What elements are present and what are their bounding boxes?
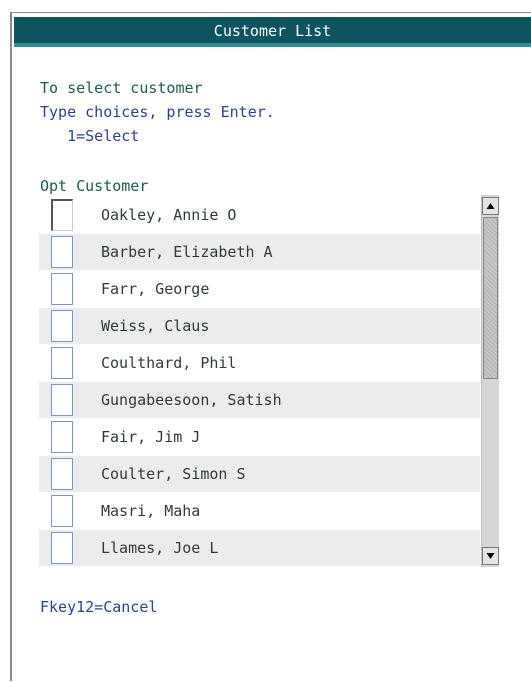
instructions-line: Type choices, press Enter.: [40, 103, 275, 121]
option-input[interactable]: [51, 495, 73, 527]
instructions-heading: To select customer: [40, 79, 203, 97]
list-item: Barber, Elizabeth A: [39, 234, 480, 270]
list-item: Fair, Jim J: [39, 419, 480, 455]
list-column-header: Opt Customer: [40, 177, 149, 195]
scroll-up-button[interactable]: [482, 197, 499, 215]
customer-name: Barber, Elizabeth A: [101, 243, 273, 261]
function-key-cancel[interactable]: Fkey12=Cancel: [40, 598, 157, 616]
option-input[interactable]: [51, 236, 73, 268]
customer-name: Gungabeesoon, Satish: [101, 391, 282, 409]
option-input[interactable]: [51, 458, 73, 490]
scroll-thumb[interactable]: [483, 217, 498, 379]
list-item: Oakley, Annie O: [39, 197, 480, 233]
customer-name: Weiss, Claus: [101, 317, 210, 335]
list-item: Gungabeesoon, Satish: [39, 382, 480, 418]
option-input[interactable]: [51, 273, 73, 305]
list-item: Coulter, Simon S: [39, 456, 480, 492]
option-input[interactable]: [51, 421, 73, 453]
customer-name: Farr, George: [101, 280, 210, 298]
option-input[interactable]: [51, 532, 73, 564]
arrow-up-icon: [486, 203, 495, 209]
option-input[interactable]: [51, 310, 73, 342]
list-item: Coulthard, Phil: [39, 345, 480, 381]
option-input[interactable]: [51, 384, 73, 416]
select-option-hint: 1=Select: [40, 127, 140, 145]
customer-name: Coulter, Simon S: [101, 465, 246, 483]
list-scrollbar[interactable]: [481, 195, 499, 567]
customer-name: Masri, Maha: [101, 502, 201, 520]
customer-name: Coulthard, Phil: [101, 354, 237, 372]
customer-name: Fair, Jim J: [101, 428, 201, 446]
title-bar: Customer List: [14, 17, 531, 47]
list-item: Farr, George: [39, 271, 480, 307]
option-input[interactable]: [51, 347, 73, 379]
customer-name: Oakley, Annie O: [101, 206, 237, 224]
option-input[interactable]: [51, 199, 73, 231]
customer-name: Llames, Joe L: [101, 539, 219, 557]
scroll-down-button[interactable]: [482, 547, 499, 565]
list-item: Weiss, Claus: [39, 308, 480, 344]
title-underline: [14, 43, 531, 47]
window-title: Customer List: [213, 22, 332, 40]
list-item: Masri, Maha: [39, 493, 480, 529]
arrow-down-icon: [486, 553, 495, 559]
list-item: Llames, Joe L: [39, 530, 480, 566]
